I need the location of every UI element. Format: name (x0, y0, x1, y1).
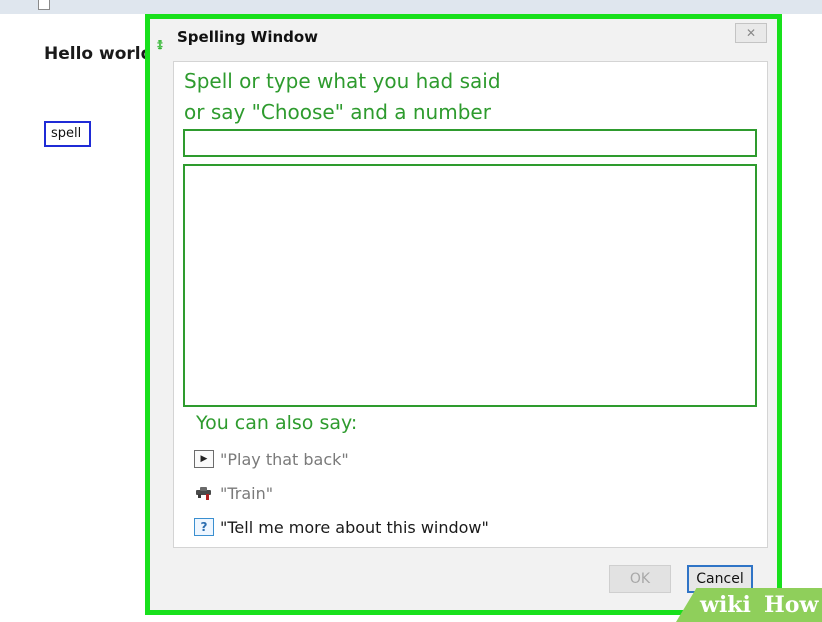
document-toolbar-strip (0, 0, 822, 14)
spell-word-box: spell (44, 121, 91, 147)
command-play-that-back[interactable]: ▶ "Play that back" (194, 448, 349, 470)
toolbar-fragment (38, 0, 50, 10)
watermark-how: How (764, 592, 819, 618)
command-tell-me-more[interactable]: ? "Tell me more about this window" (194, 516, 489, 538)
dragon-app-icon: 🜌 (157, 38, 163, 52)
command-label: "Tell me more about this window" (220, 517, 489, 537)
train-icon (194, 484, 214, 502)
command-label: "Play that back" (220, 449, 349, 469)
prompt-line-2: or say "Choose" and a number (184, 100, 491, 124)
command-train[interactable]: "Train" (194, 482, 273, 504)
spell-input[interactable] (183, 129, 757, 157)
dialog-panel: Spell or type what you had said or say "… (173, 61, 768, 548)
help-icon: ? (194, 518, 214, 536)
document-text: Hello world (44, 44, 153, 64)
also-say-heading: You can also say: (196, 412, 358, 434)
command-label: "Train" (220, 483, 274, 503)
choice-list[interactable] (183, 164, 757, 407)
play-icon: ▶ (194, 450, 214, 468)
close-button[interactable]: ✕ (735, 23, 767, 43)
dialog-title: Spelling Window (177, 28, 319, 46)
ok-button[interactable]: OK (609, 565, 671, 593)
spelling-window: 🜌 Spelling Window ✕ Spell or type what y… (150, 19, 777, 610)
prompt-line-1: Spell or type what you had said (184, 69, 501, 93)
watermark-wiki: wiki (700, 592, 751, 618)
wikihow-watermark: wiki How (676, 588, 822, 622)
